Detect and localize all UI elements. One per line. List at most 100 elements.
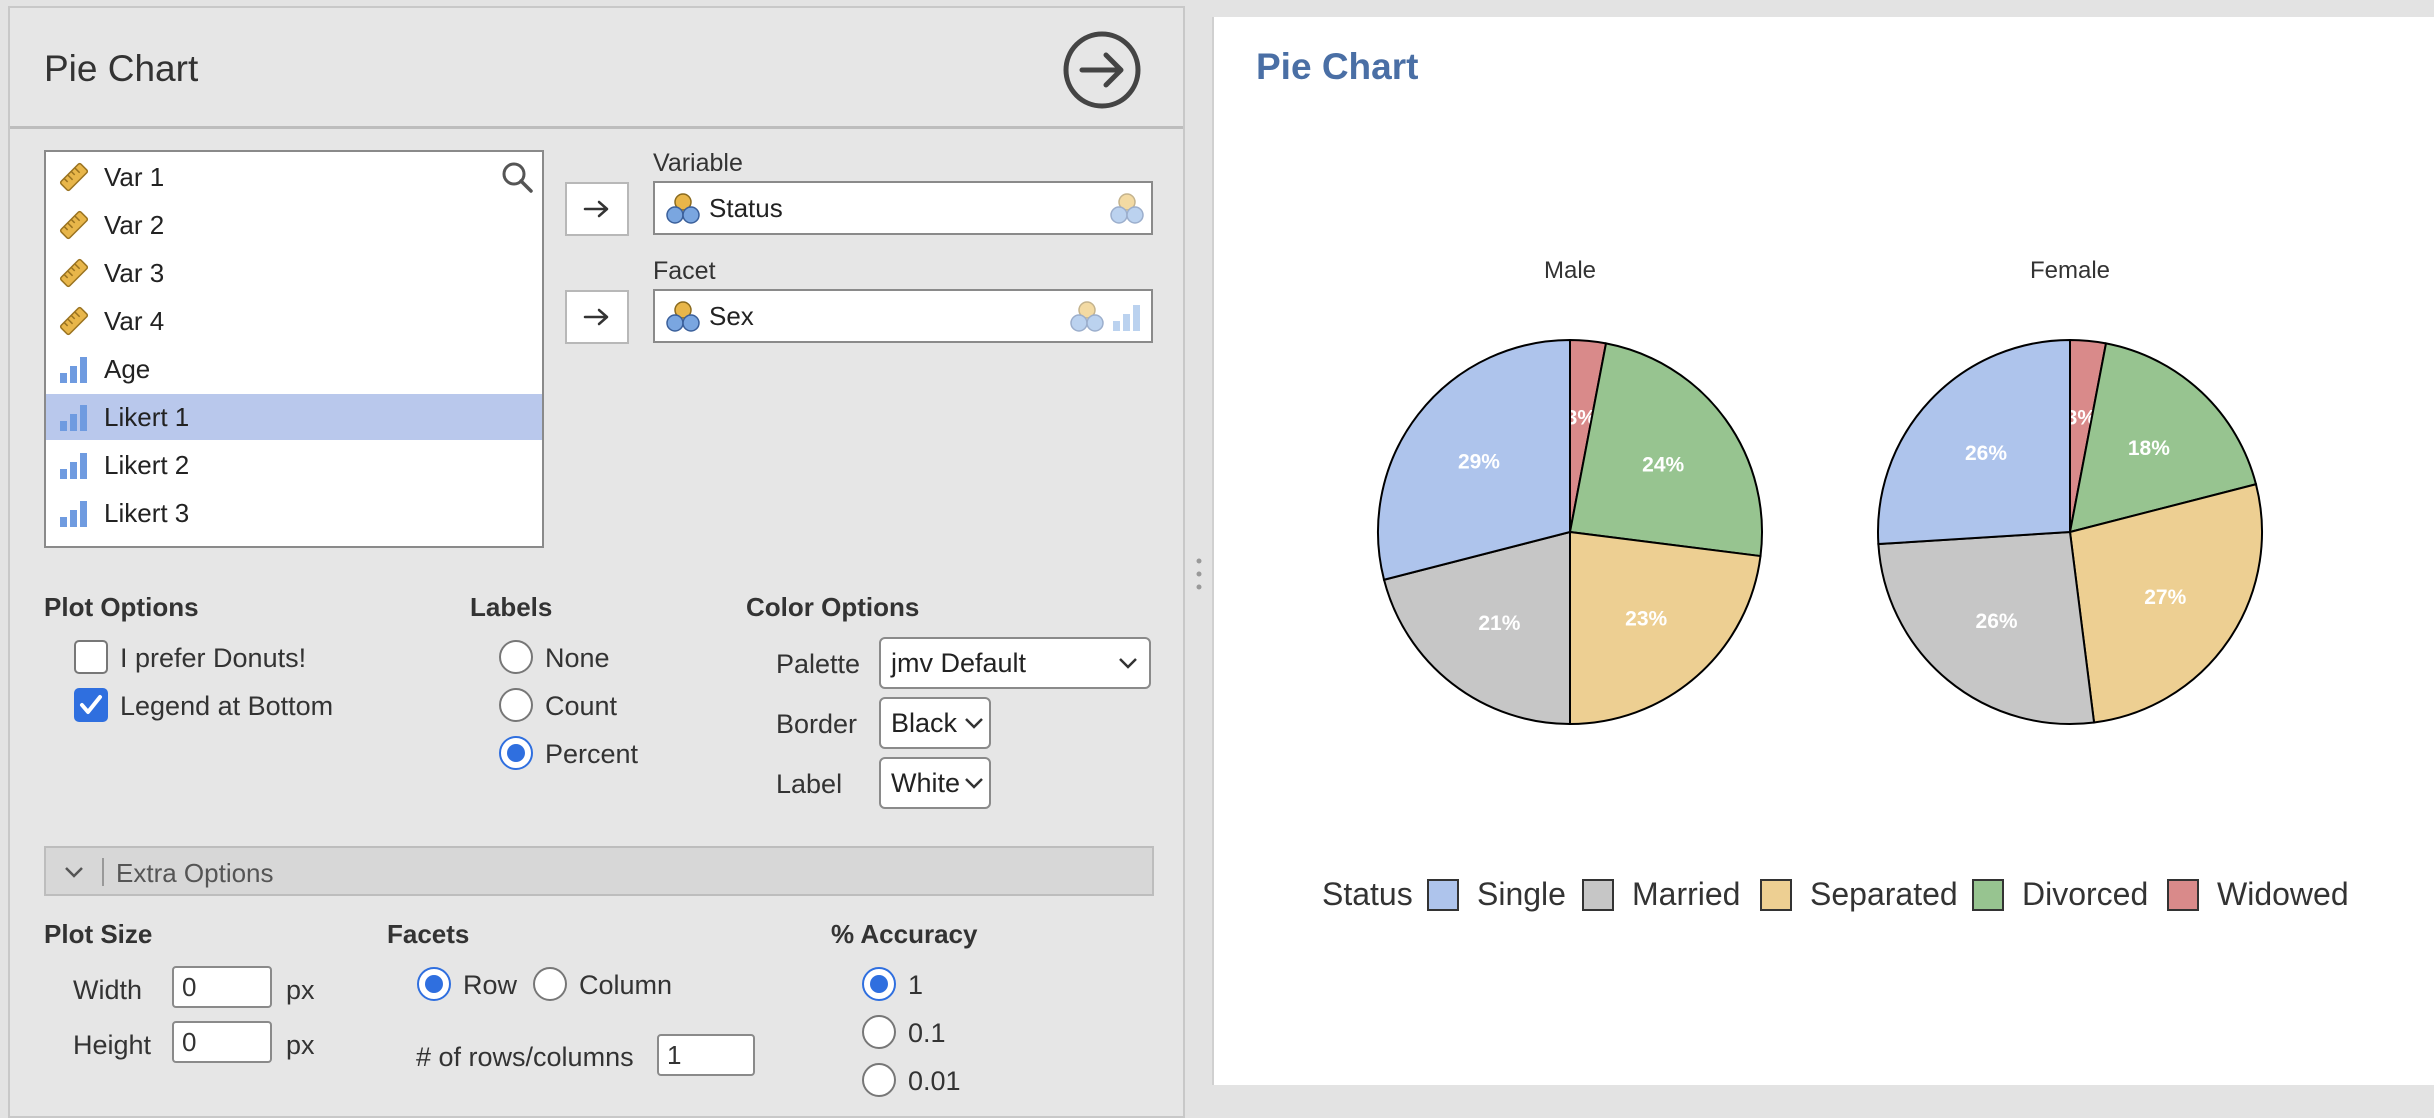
- legend-label: Widowed: [2217, 876, 2349, 912]
- variable-name: Var 3: [104, 257, 165, 288]
- variable-list-item[interactable]: Likert 1: [46, 394, 542, 440]
- variable-name: Var 4: [104, 305, 165, 336]
- variable-name: Likert 1: [104, 401, 190, 432]
- facet-column-radio[interactable]: [533, 967, 567, 1001]
- border-value: Black: [891, 707, 958, 738]
- legend-swatch: [1582, 878, 1614, 911]
- facets-header: Facets: [387, 919, 470, 949]
- pie-chart: Male3%24%23%21%29%Female3%18%27%26%26%: [1377, 257, 2263, 726]
- slice-label: 26%: [1965, 442, 2007, 465]
- width-label: Width: [73, 975, 143, 1005]
- legend-swatch: [1427, 878, 1459, 911]
- ruler-icon: [59, 162, 89, 192]
- slice-label: 26%: [1976, 610, 2018, 633]
- accuracy-0.01-label: 0.01: [908, 1066, 961, 1096]
- search-icon[interactable]: [500, 160, 534, 199]
- nominal-ordinal-type-icon: [1070, 301, 1140, 332]
- results-title: Pie Chart: [1256, 46, 1419, 87]
- label-color-select[interactable]: White: [879, 757, 991, 809]
- border-select[interactable]: Black: [879, 697, 991, 749]
- chart-legend: Status Single Married Separated Divorced Wid…: [1322, 876, 2402, 920]
- header-divider: [10, 126, 1183, 129]
- nominal-icon: [666, 301, 700, 332]
- plot-options-header: Plot Options: [44, 592, 199, 622]
- move-to-facet-button[interactable]: [565, 290, 629, 344]
- variable-list[interactable]: Var 1 Var 2 Var 3 Var 4 Age Likert 1 Likert 2 L…: [44, 150, 544, 548]
- label-color-label: Label: [776, 769, 843, 799]
- ruler-icon: [59, 306, 89, 336]
- legend-item: Married: [1582, 876, 1740, 913]
- pie-facet-1: Female3%18%27%26%26%: [1877, 257, 2263, 725]
- ruler-icon: [59, 210, 89, 240]
- facet-row-label: Row: [463, 970, 518, 1000]
- variable-list-item[interactable]: Var 2: [46, 202, 542, 248]
- donut-checkbox[interactable]: [74, 640, 108, 674]
- accuracy-header: % Accuracy: [831, 919, 978, 949]
- labels-percent-radio[interactable]: [499, 736, 533, 770]
- legend-bottom-checkbox[interactable]: [74, 688, 108, 722]
- width-input[interactable]: 0: [172, 966, 272, 1008]
- variable-name: Likert 3: [104, 497, 190, 528]
- labels-percent-label: Percent: [545, 739, 639, 769]
- variable-name: Var 2: [104, 209, 165, 240]
- accuracy-0.01-radio[interactable]: [862, 1063, 896, 1097]
- facet-target-value: Sex: [709, 300, 754, 331]
- palette-label: Palette: [776, 649, 861, 679]
- rows-cols-label: # of rows/columns: [416, 1042, 634, 1072]
- variable-name: Var 1: [104, 161, 165, 192]
- height-unit: px: [286, 1030, 315, 1060]
- labels-count-radio[interactable]: [499, 688, 533, 722]
- palette-select[interactable]: jmv Default: [879, 637, 1151, 689]
- facet-title: Male: [1544, 257, 1596, 284]
- slice-label: 27%: [2144, 586, 2186, 609]
- color-options-header: Color Options: [746, 592, 920, 622]
- border-label: Border: [776, 709, 858, 739]
- slice-label: 21%: [1478, 612, 1520, 635]
- accuracy-0.1-label: 0.1: [908, 1018, 946, 1048]
- right-arrow-icon: [583, 200, 609, 218]
- legend-swatch: [1972, 878, 2004, 911]
- legend-swatch: [2167, 878, 2199, 911]
- extra-options-toggle[interactable]: Extra Options: [44, 846, 1154, 896]
- variable-list-item[interactable]: Var 3: [46, 250, 542, 296]
- rows-cols-input[interactable]: 1: [657, 1034, 755, 1076]
- donut-label: I prefer Donuts!: [120, 643, 307, 673]
- height-input[interactable]: 0: [172, 1021, 272, 1063]
- variable-list-item[interactable]: Var 4: [46, 298, 542, 344]
- height-label: Height: [73, 1030, 152, 1060]
- run-arrow-button[interactable]: [1062, 30, 1142, 110]
- variable-label: Variable: [653, 149, 743, 177]
- facet-title: Female: [2030, 257, 2110, 284]
- slice-label: 29%: [1458, 450, 1500, 473]
- variable-list-item[interactable]: Likert 2: [46, 442, 542, 488]
- legend-bottom-label: Legend at Bottom: [120, 691, 334, 721]
- bar-ordinal-icon: [60, 357, 87, 383]
- facet-target-field[interactable]: Sex: [653, 289, 1153, 343]
- legend-item: Divorced: [1972, 876, 2148, 913]
- variable-list-item[interactable]: Var 1: [46, 154, 542, 200]
- variable-name: Age: [104, 353, 151, 384]
- accuracy-1-radio[interactable]: [862, 967, 896, 1001]
- accuracy-0.1-radio[interactable]: [862, 1015, 896, 1049]
- slice-label: 23%: [1625, 607, 1667, 630]
- facet-column-label: Column: [579, 970, 673, 1000]
- slice-label: 24%: [1642, 453, 1684, 476]
- legend-label: Divorced: [2022, 876, 2149, 912]
- variable-list-item[interactable]: Age: [46, 346, 542, 392]
- legend-item: Single: [1427, 876, 1566, 913]
- panel-splitter-handle[interactable]: [1195, 556, 1203, 597]
- chevron-down-icon: [965, 718, 983, 729]
- facet-row-radio[interactable]: [417, 967, 451, 1001]
- nominal-icon: [666, 193, 700, 224]
- variable-name: Likert 2: [104, 449, 190, 480]
- panel-title: Pie Chart: [44, 48, 199, 89]
- labels-none-radio[interactable]: [499, 640, 533, 674]
- legend-title: Status: [1322, 876, 1413, 912]
- variable-target-field[interactable]: Status: [653, 181, 1153, 235]
- legend-item: Widowed: [2167, 876, 2349, 913]
- variable-list-item[interactable]: Likert 3: [46, 490, 542, 536]
- bar-ordinal-icon: [60, 453, 87, 479]
- chevron-down-icon: [65, 867, 83, 878]
- labels-count-label: Count: [545, 691, 618, 721]
- move-to-variable-button[interactable]: [565, 182, 629, 236]
